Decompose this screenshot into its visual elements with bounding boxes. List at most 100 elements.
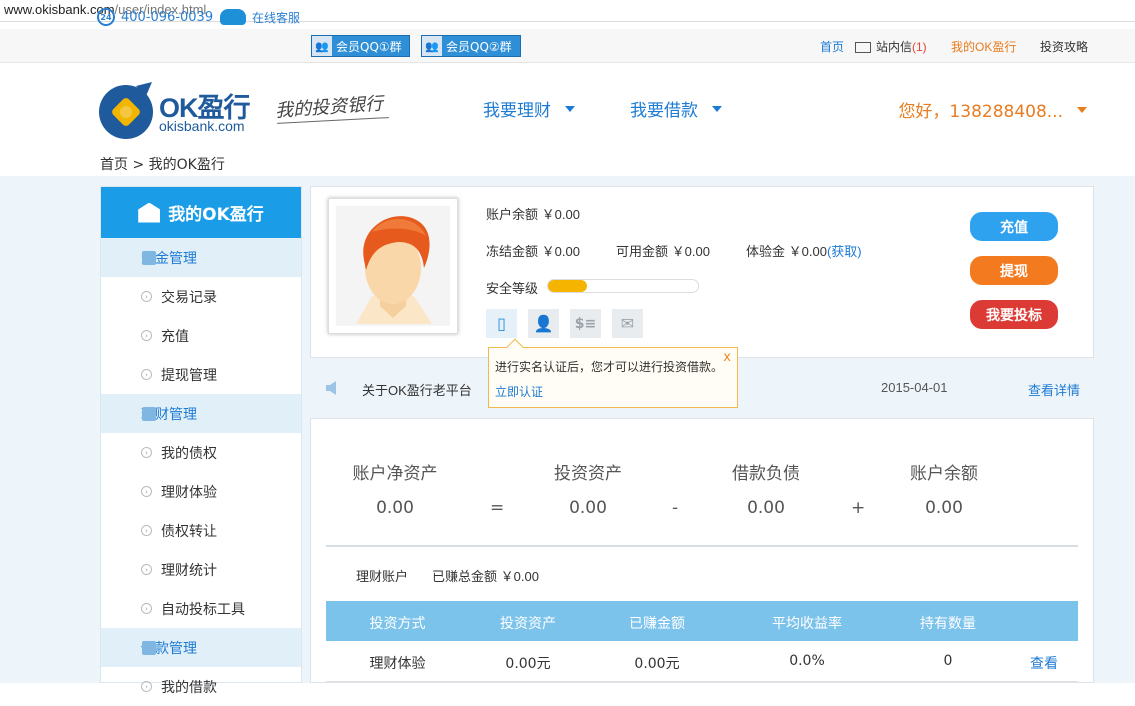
tooltip-text: 进行实名认证后，您才可以进行投资借款。 (495, 360, 724, 374)
sidebar-item[interactable]: › 我的借款 (101, 667, 301, 706)
qq-group-1-button[interactable]: 👥 会员QQ①群 (311, 35, 410, 57)
online-service-label: 在线客服 (252, 10, 301, 25)
sidebar-item-label: 提现管理 (161, 367, 217, 384)
nav-borrow-menu[interactable]: 我要借款 (630, 96, 722, 121)
invest-assets-label: 投资资产 (554, 464, 622, 484)
chevron-down-icon (565, 105, 575, 112)
table-cell: 0.00元 (505, 656, 551, 672)
balance-value: ￥0.00 (541, 207, 580, 222)
folder-icon (142, 406, 156, 421)
notice-more-link[interactable]: 查看详情 (1028, 380, 1080, 399)
sidebar-item-label: 自动投标工具 (161, 601, 245, 618)
withdraw-button[interactable]: 提现 (970, 256, 1058, 285)
sidebar-item-label: 我的借款 (161, 679, 217, 696)
sidebar-item-label: 理财体验 (161, 484, 217, 501)
finance-account-label: 理财账户 (356, 569, 409, 584)
sidebar-item[interactable]: › 充值 (101, 316, 301, 355)
qq-group-2-label: 会员QQ②群 (446, 39, 512, 54)
sidebar-item-label: 充值 (161, 328, 189, 345)
qq-group-2-button[interactable]: 👥 会员QQ②群 (421, 35, 521, 57)
trial-value: ￥0.00 (788, 244, 827, 259)
security-level-fill (548, 280, 587, 292)
sidebar-item-label: 理财统计 (161, 562, 217, 579)
avatar[interactable] (328, 198, 458, 334)
verify-now-link[interactable]: 立即认证 (495, 383, 543, 400)
sidebar-item[interactable]: › 债权转让 (101, 511, 301, 550)
folder-icon (142, 640, 156, 655)
security-level-bar (547, 279, 699, 293)
invest-button[interactable]: 我要投标 (970, 300, 1058, 329)
chevron-down-icon (1077, 106, 1087, 113)
user-greeting: 您好，138288408... (898, 102, 1063, 122)
plus-sign: + (851, 498, 866, 518)
verify-tooltip: 进行实名认证后，您才可以进行投资借款。 立即认证 x (488, 338, 738, 408)
debt-value: 0.00 (747, 498, 785, 518)
logo-domain: okisbank.com (159, 118, 245, 134)
headset-icon (220, 9, 246, 25)
sidebar-item[interactable]: 借款管理 (101, 628, 301, 667)
chevron-right-icon: › (141, 447, 152, 458)
nav-invest-menu[interactable]: 我要理财 (483, 96, 575, 121)
notice-title-link[interactable]: 关于OK盈行老平台 (362, 380, 472, 399)
sidebar-item[interactable]: › 理财体验 (101, 472, 301, 511)
available-value: ￥0.00 (671, 244, 710, 259)
table-cell: 0 (943, 653, 953, 669)
available-row: 可用金额 ￥0.00 (616, 241, 710, 260)
net-assets-value: 0.00 (376, 498, 414, 518)
chevron-right-icon: › (141, 330, 152, 341)
summary-balance-label: 账户余额 (910, 464, 978, 484)
close-icon[interactable]: x (723, 350, 731, 365)
hotline-number: 400-096-0039 (121, 9, 214, 25)
security-label: 安全等级 (486, 281, 539, 296)
qq-group-1-label: 会员QQ①群 (336, 39, 402, 54)
summary-divider (326, 545, 1078, 547)
bank-card-verify-icon[interactable]: $≡ (570, 309, 601, 338)
sidebar-item[interactable]: › 交易记录 (101, 277, 301, 316)
top-home-link[interactable]: 首页 (820, 38, 844, 55)
sidebar-item[interactable]: 资金管理 (101, 238, 301, 277)
sidebar-item[interactable]: › 提现管理 (101, 355, 301, 394)
summary-balance-value: 0.00 (925, 498, 963, 518)
nav-invest-label: 我要理财 (483, 101, 551, 121)
minus-sign: - (672, 498, 679, 518)
logo-icon[interactable] (96, 80, 156, 140)
sidebar-title: 我的OK盈行 (168, 205, 264, 225)
breadcrumb: 首页 > 我的OK盈行 (100, 157, 225, 173)
table-column-header[interactable]: 投资资产 (478, 613, 578, 633)
invest-assets-value: 0.00 (569, 498, 607, 518)
balance-row: 账户余额 ￥0.00 (486, 204, 580, 223)
trial-label: 体验金 (746, 244, 786, 259)
sidebar-item[interactable]: 理财管理 (101, 394, 301, 433)
user-menu[interactable]: 您好，138288408... (898, 97, 1087, 122)
my-ok-link[interactable]: 我的OK盈行 (951, 38, 1016, 55)
email-verify-icon[interactable]: ✉ (612, 309, 643, 338)
recharge-button[interactable]: 充值 (970, 212, 1058, 241)
identity-verify-icon[interactable]: 👤 (528, 309, 559, 338)
phone-24h-icon: 24 (97, 8, 115, 26)
earned-total-label: 已赚总金额 (432, 569, 498, 584)
balance-label: 账户余额 (486, 207, 539, 222)
table-column-header[interactable]: 投资方式 (350, 613, 445, 633)
online-service-link[interactable]: 在线客服 (220, 0, 300, 34)
chevron-right-icon: › (141, 486, 152, 497)
table-column-header[interactable]: 持有数量 (898, 613, 998, 633)
view-details-link[interactable]: 查看 (1030, 653, 1058, 673)
table-column-header[interactable]: 平均收益率 (757, 613, 857, 633)
envelope-icon (855, 42, 871, 53)
mobile-verify-icon[interactable]: ▯ (486, 309, 517, 338)
sidebar-item[interactable]: › 自动投标工具 (101, 589, 301, 628)
net-assets-label: 账户净资产 (352, 464, 438, 484)
speaker-icon (326, 381, 336, 395)
sidebar-item[interactable]: › 理财统计 (101, 550, 301, 589)
sidebar-item-label: 交易记录 (161, 289, 217, 306)
table-column-header[interactable]: 已赚金额 (607, 613, 707, 633)
invest-strategy-link[interactable]: 投资攻略 (1040, 38, 1088, 55)
frozen-value: ￥0.00 (541, 244, 580, 259)
inbox-link[interactable]: 站内信 (1) (855, 38, 927, 55)
sidebar-item[interactable]: › 我的债权 (101, 433, 301, 472)
trial-row: 体验金 ￥0.00(获取) (746, 241, 862, 260)
trial-get-link[interactable]: (获取) (827, 244, 862, 259)
table-cell: 0.00元 (634, 656, 680, 672)
sidebar-header[interactable]: 我的OK盈行 (101, 187, 301, 238)
folder-icon (142, 250, 156, 265)
